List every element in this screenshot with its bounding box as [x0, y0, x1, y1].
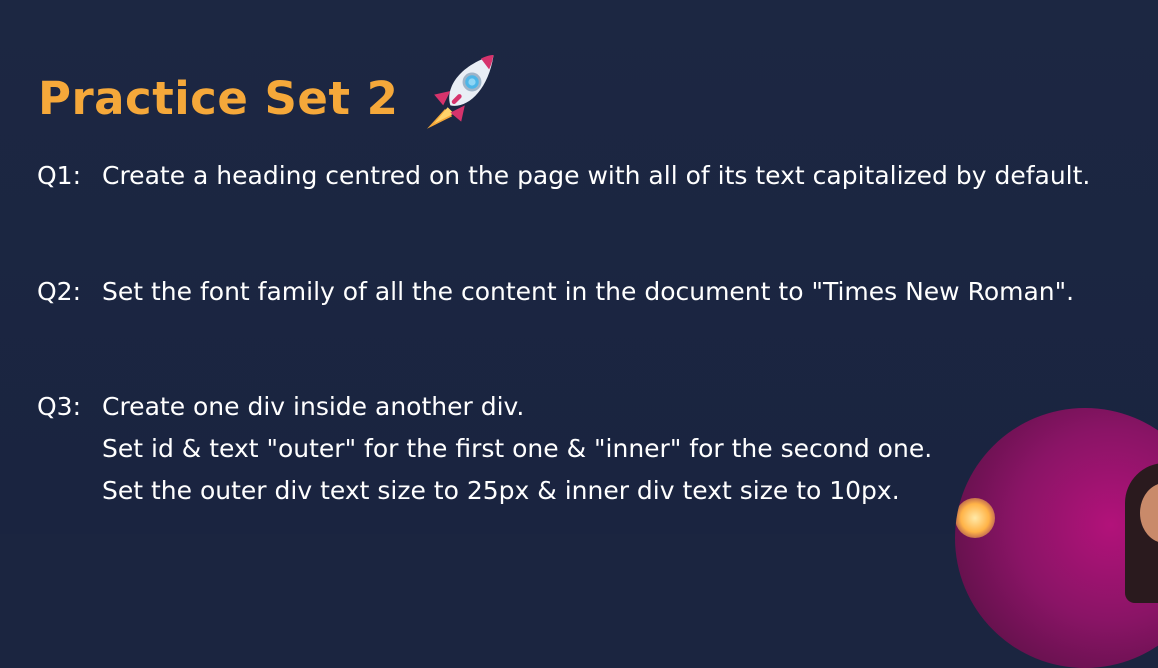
- rocket-icon: [427, 55, 495, 129]
- question-label: Q3:: [37, 392, 82, 421]
- question-label: Q1:: [37, 161, 82, 190]
- question-3: Q3: Create one div inside another div. Se…: [37, 386, 932, 512]
- question-label: Q2:: [37, 277, 82, 306]
- question-1: Q1: Create a heading centred on the page …: [37, 155, 1090, 197]
- question-text: Create a heading centred on the page wit…: [102, 161, 1091, 190]
- slide-title: Practice Set 2: [38, 72, 399, 125]
- ring-light: [955, 498, 995, 538]
- question-2: Q2: Set the font family of all the conten…: [37, 271, 1074, 313]
- question-text: Set id & text "outer" for the first one …: [102, 434, 933, 463]
- webcam-overlay: [955, 408, 1158, 668]
- question-text: Set the font family of all the content i…: [102, 277, 1075, 306]
- slide: Practice Set 2 Q1: Create a heading centr…: [0, 0, 1158, 668]
- question-text: Create one div inside another div.: [102, 392, 525, 421]
- question-text: Set the outer div text size to 25px & in…: [102, 476, 900, 505]
- title-row: Practice Set 2: [38, 55, 508, 136]
